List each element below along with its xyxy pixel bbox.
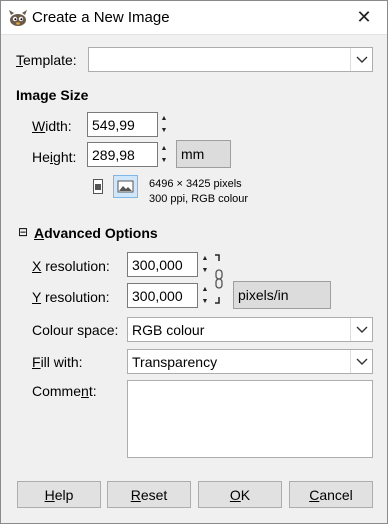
title-bar: Create a New Image ✕	[1, 1, 387, 35]
fill-with-label: Fill with:	[32, 354, 83, 370]
collapse-icon[interactable]: ⊟	[18, 225, 28, 239]
comment-label: Comment:	[32, 383, 97, 399]
spin-down-icon[interactable]: ▼	[200, 264, 210, 276]
width-input[interactable]: 549,99	[87, 112, 158, 137]
create-new-image-dialog: Create a New Image ✕ Template: Image Siz…	[0, 0, 388, 524]
chevron-down-icon[interactable]	[350, 48, 372, 71]
spin-up-icon[interactable]: ▲	[200, 252, 210, 264]
height-input[interactable]: 289,98	[87, 142, 158, 167]
chevron-down-icon[interactable]	[350, 318, 372, 341]
close-icon: ✕	[356, 7, 372, 27]
portrait-button[interactable]	[91, 178, 105, 196]
y-resolution-input[interactable]: 300,000	[127, 283, 198, 308]
cancel-button[interactable]: Cancel	[289, 481, 373, 508]
pixel-dimensions: 6496 × 3425 pixels	[149, 178, 242, 190]
colour-space-value: RGB colour	[132, 322, 205, 338]
fill-with-combo[interactable]: Transparency	[127, 349, 373, 374]
reset-button[interactable]: Reset	[107, 481, 191, 508]
resolution-unit-combo[interactable]: pixels/in	[233, 281, 331, 309]
portrait-icon	[93, 179, 103, 194]
spin-up-icon[interactable]: ▲	[159, 112, 169, 124]
x-resolution-input[interactable]: 300,000	[127, 252, 198, 277]
colour-space-label: Colour space:	[32, 322, 119, 338]
spin-down-icon[interactable]: ▼	[159, 124, 169, 136]
chain-link-icon[interactable]	[213, 253, 225, 305]
image-size-heading: Image Size	[16, 87, 89, 103]
close-button[interactable]: ✕	[341, 1, 387, 34]
gimp-app-icon	[9, 10, 27, 26]
height-spinner[interactable]: ▲ ▼	[159, 142, 169, 167]
chevron-down-icon[interactable]	[350, 350, 372, 373]
window-title: Create a New Image	[32, 9, 170, 26]
image-info: 6496 × 3425 pixels 300 ppi, RGB colour	[149, 177, 248, 207]
comment-textarea[interactable]	[127, 380, 373, 458]
colour-space-combo[interactable]: RGB colour	[127, 317, 373, 342]
landscape-button[interactable]	[113, 175, 138, 198]
landscape-icon	[117, 180, 134, 193]
width-spinner[interactable]: ▲ ▼	[159, 112, 169, 137]
spin-down-icon[interactable]: ▼	[200, 295, 210, 307]
advanced-options-heading[interactable]: Advanced Options	[34, 225, 158, 241]
help-button[interactable]: Help	[17, 481, 101, 508]
y-resolution-label: Y resolution:	[32, 289, 110, 305]
spin-up-icon[interactable]: ▲	[159, 142, 169, 154]
template-label: Template:	[16, 52, 77, 68]
ok-button[interactable]: OK	[198, 481, 282, 508]
y-resolution-spinner[interactable]: ▲ ▼	[200, 283, 210, 308]
width-label: Width:	[32, 118, 72, 134]
spin-up-icon[interactable]: ▲	[200, 283, 210, 295]
x-resolution-label: X resolution:	[32, 258, 110, 274]
spin-down-icon[interactable]: ▼	[159, 154, 169, 166]
resolution-colour-info: 300 ppi, RGB colour	[149, 193, 249, 205]
x-resolution-spinner[interactable]: ▲ ▼	[200, 252, 210, 277]
fill-with-value: Transparency	[132, 354, 218, 370]
height-label: Height:	[32, 149, 77, 165]
size-unit-value: mm	[181, 146, 205, 162]
template-combo[interactable]	[88, 47, 373, 72]
resolution-unit-value: pixels/in	[238, 287, 289, 303]
size-unit-combo[interactable]: mm	[176, 140, 231, 168]
